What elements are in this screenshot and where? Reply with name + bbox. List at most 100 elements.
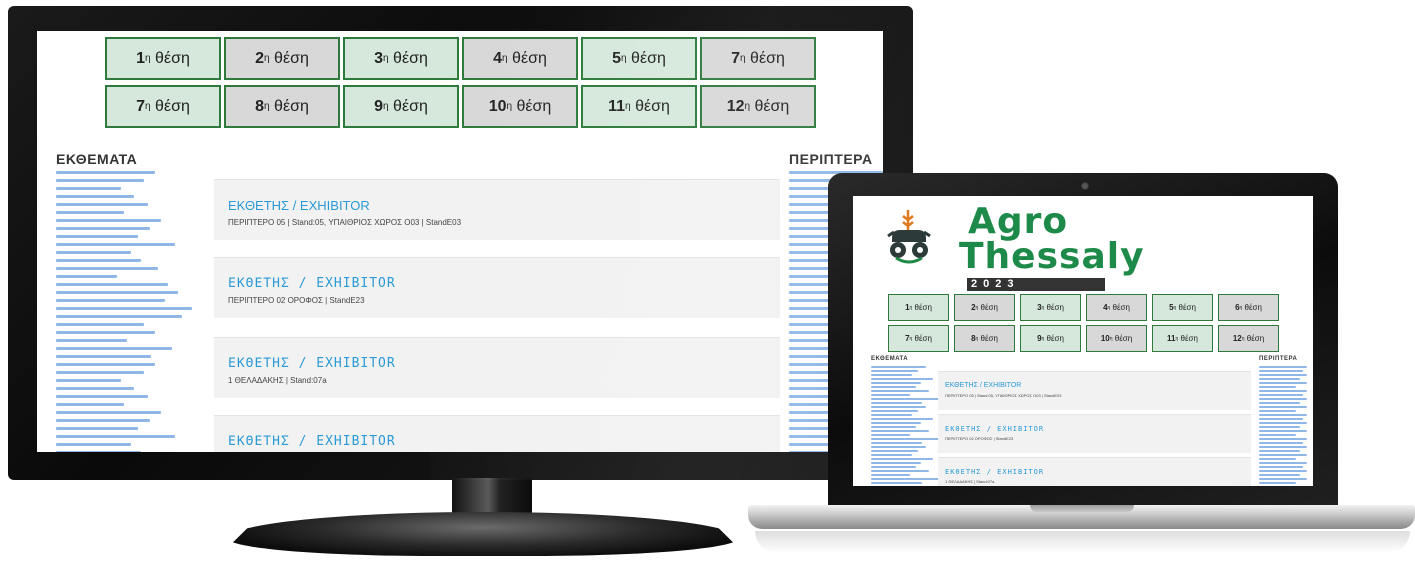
- exhibit-link[interactable]: [56, 427, 138, 430]
- exhibit-link[interactable]: [56, 371, 145, 374]
- exhibit-link[interactable]: [871, 482, 923, 484]
- exhibit-link[interactable]: [56, 179, 145, 182]
- exhibit-link[interactable]: [56, 171, 155, 174]
- position-cell[interactable]: 11 η θέση: [581, 85, 697, 128]
- position-cell[interactable]: 10 η θέση: [1086, 325, 1147, 352]
- exhibit-link[interactable]: [871, 478, 942, 480]
- exhibit-link[interactable]: [871, 446, 926, 448]
- exhibitor-card[interactable]: ΕΚΘΕΤΗΣ / EXHIBITOR 1 ΘΕΛΑΔΑΚΗΣ | Stand:0…: [938, 457, 1251, 486]
- exhibit-link[interactable]: [56, 339, 128, 342]
- exhibit-link[interactable]: [56, 331, 155, 334]
- exhibit-link[interactable]: [1259, 410, 1297, 412]
- exhibit-link[interactable]: [56, 251, 131, 254]
- exhibit-link[interactable]: [1259, 470, 1307, 472]
- position-cell[interactable]: 4η θέση: [462, 37, 578, 80]
- exhibit-link[interactable]: [56, 451, 141, 452]
- exhibit-link[interactable]: [1259, 482, 1297, 484]
- exhibit-link[interactable]: [56, 315, 182, 318]
- exhibitor-card[interactable]: ΕΚΘΕΤΗΣ / EXHIBITOR ΠΕΡΙΠΤΕΡΟ 02 ΟΡΟΦΟΣ |…: [214, 257, 780, 318]
- exhibit-link[interactable]: [1259, 430, 1307, 432]
- exhibit-link[interactable]: [56, 443, 131, 446]
- position-cell[interactable]: 3η θέση: [1020, 294, 1081, 321]
- exhibit-link[interactable]: [871, 426, 917, 428]
- exhibitor-title-link[interactable]: ΕΚΘΕΤΗΣ / EXHIBITOR: [945, 382, 1021, 389]
- exhibit-link[interactable]: [871, 466, 917, 468]
- exhibit-link[interactable]: [1259, 366, 1307, 368]
- exhibitor-card[interactable]: ΕΚΘΕΤΗΣ / EXHIBITOR 1 ΘΕΛΑΔΑΚΗΣ | Stand:0…: [214, 337, 780, 398]
- exhibit-link[interactable]: [1259, 450, 1301, 452]
- position-cell[interactable]: 7η θέση: [888, 325, 949, 352]
- exhibit-link[interactable]: [871, 454, 912, 456]
- exhibit-link[interactable]: [1259, 446, 1307, 448]
- exhibit-link[interactable]: [56, 419, 150, 422]
- exhibit-link[interactable]: [56, 291, 179, 294]
- exhibit-link[interactable]: [1259, 386, 1297, 388]
- position-cell[interactable]: 9η θέση: [1020, 325, 1081, 352]
- exhibit-link[interactable]: [871, 462, 921, 464]
- position-cell[interactable]: 5η θέση: [581, 37, 697, 80]
- exhibit-link[interactable]: [1259, 414, 1307, 416]
- exhibit-link[interactable]: [1259, 398, 1307, 400]
- exhibitor-title-link[interactable]: ΕΚΘΕΤΗΣ / EXHIBITOR: [228, 276, 396, 291]
- exhibit-link[interactable]: [56, 283, 169, 286]
- exhibit-link[interactable]: [1259, 458, 1297, 460]
- exhibit-link[interactable]: [871, 474, 910, 476]
- exhibit-link[interactable]: [56, 195, 135, 198]
- exhibitor-title-link[interactable]: ΕΚΘΕΤΗΣ / EXHIBITOR: [228, 198, 370, 213]
- exhibit-link[interactable]: [56, 307, 192, 310]
- exhibit-link[interactable]: [871, 382, 921, 384]
- position-cell[interactable]: 5η θέση: [1152, 294, 1213, 321]
- exhibit-link[interactable]: [871, 386, 917, 388]
- exhibit-link[interactable]: [871, 430, 929, 432]
- exhibit-link[interactable]: [56, 219, 162, 222]
- position-cell[interactable]: 8η θέση: [224, 85, 340, 128]
- exhibit-link[interactable]: [871, 390, 929, 392]
- exhibitor-card[interactable]: ΕΚΘΕΤΗΣ / EXHIBITOR: [214, 415, 780, 452]
- position-cell[interactable]: 7η θέση: [105, 85, 221, 128]
- exhibit-link[interactable]: [871, 414, 912, 416]
- exhibit-link[interactable]: [56, 275, 118, 278]
- position-cell[interactable]: 12 η θέση: [700, 85, 816, 128]
- exhibit-link[interactable]: [871, 422, 921, 424]
- exhibit-link[interactable]: [871, 374, 912, 376]
- position-cell[interactable]: 8η θέση: [954, 325, 1015, 352]
- exhibitor-title-link[interactable]: ΕΚΘΕΤΗΣ / EXHIBITOR: [228, 434, 396, 449]
- exhibitor-title-link[interactable]: ΕΚΘΕΤΗΣ / EXHIBITOR: [945, 468, 1044, 476]
- exhibit-link[interactable]: [56, 387, 135, 390]
- exhibit-link[interactable]: [1259, 442, 1304, 444]
- exhibit-link[interactable]: [1259, 454, 1307, 456]
- exhibit-link[interactable]: [871, 434, 910, 436]
- exhibit-link[interactable]: [1259, 394, 1304, 396]
- exhibit-link[interactable]: [56, 243, 175, 246]
- exhibit-link[interactable]: [56, 227, 150, 230]
- exhibit-link[interactable]: [56, 235, 138, 238]
- position-cell[interactable]: 12 η θέση: [1218, 325, 1279, 352]
- exhibit-link[interactable]: [871, 402, 923, 404]
- exhibit-link[interactable]: [56, 363, 155, 366]
- exhibit-link[interactable]: [1259, 402, 1301, 404]
- exhibitor-card[interactable]: ΕΚΘΕΤΗΣ / EXHIBITOR ΠΕΡΙΠΤΕΡΟ 05 | Stand:…: [938, 371, 1251, 410]
- exhibit-link[interactable]: [56, 403, 124, 406]
- exhibit-link[interactable]: [1259, 374, 1307, 376]
- exhibit-link[interactable]: [56, 395, 148, 398]
- exhibit-link[interactable]: [1259, 370, 1304, 372]
- position-cell[interactable]: 3η θέση: [343, 37, 459, 80]
- exhibit-link[interactable]: [1259, 426, 1301, 428]
- exhibit-link[interactable]: [871, 442, 923, 444]
- exhibit-link[interactable]: [56, 355, 152, 358]
- exhibit-link[interactable]: [56, 299, 165, 302]
- position-cell[interactable]: 10 η θέση: [462, 85, 578, 128]
- exhibit-link[interactable]: [1259, 438, 1307, 440]
- exhibit-link[interactable]: [56, 267, 158, 270]
- exhibit-link[interactable]: [871, 450, 918, 452]
- exhibit-link[interactable]: [871, 394, 910, 396]
- position-cell[interactable]: 11 η θέση: [1152, 325, 1213, 352]
- exhibit-link[interactable]: [56, 187, 121, 190]
- position-cell[interactable]: 2η θέση: [224, 37, 340, 80]
- exhibitor-card[interactable]: ΕΚΘΕΤΗΣ / EXHIBITOR ΠΕΡΙΠΤΕΡΟ 02 ΟΡΟΦΟΣ |…: [938, 414, 1251, 453]
- exhibit-link[interactable]: [1259, 462, 1307, 464]
- exhibit-link[interactable]: [871, 366, 926, 368]
- exhibit-link[interactable]: [871, 398, 942, 400]
- exhibit-link[interactable]: [56, 211, 124, 214]
- position-cell[interactable]: 6η θέση: [1218, 294, 1279, 321]
